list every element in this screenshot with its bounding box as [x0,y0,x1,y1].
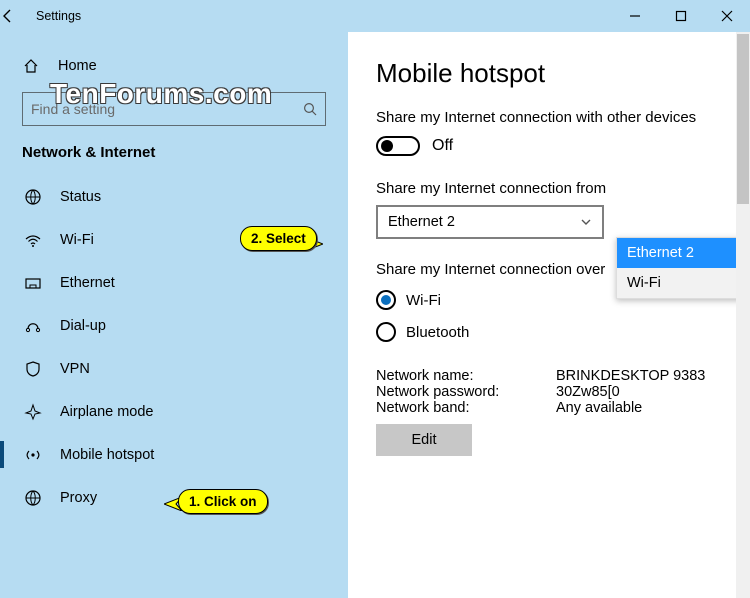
radio-wifi[interactable] [376,290,396,310]
scrollbar-thumb[interactable] [737,34,749,204]
sidebar-item-dialup[interactable]: Dial-up [0,304,348,347]
close-button[interactable] [704,0,750,32]
net-band-key: Network band: [376,400,556,416]
status-icon [24,188,42,206]
share-toggle[interactable] [376,136,420,156]
sidebar-item-ethernet[interactable]: Ethernet [0,261,348,304]
radio-bluetooth-label: Bluetooth [406,324,469,341]
sidebar-home[interactable]: Home [0,46,348,86]
share-from-label: Share my Internet connection from [376,180,730,197]
airplane-icon [24,403,42,421]
sidebar-item-label: Ethernet [60,275,115,291]
sidebar-item-label: Proxy [60,490,97,506]
search-input[interactable] [31,101,303,117]
wifi-icon [24,231,42,249]
ethernet-icon [24,274,42,292]
net-name-value: BRINKDESKTOP 9383 [556,368,705,384]
proxy-icon [24,489,42,507]
share-from-selected: Ethernet 2 [388,214,455,230]
radio-bluetooth-row[interactable]: Bluetooth [376,322,730,342]
net-name-key: Network name: [376,368,556,384]
page-title: Mobile hotspot [376,58,730,89]
sidebar-item-label: VPN [60,361,90,377]
dialup-icon [24,317,42,335]
network-details: Network name:BRINKDESKTOP 9383 Network p… [376,368,730,416]
chevron-down-icon [580,216,592,228]
share-toggle-label: Share my Internet connection with other … [376,109,730,126]
minimize-button[interactable] [612,0,658,32]
hotspot-icon [24,446,42,464]
sidebar-item-vpn[interactable]: VPN [0,347,348,390]
sidebar-item-label: Dial-up [60,318,106,334]
sidebar-item-status[interactable]: Status [0,175,348,218]
sidebar-item-label: Airplane mode [60,404,154,420]
home-icon [22,58,40,74]
dropdown-option-ethernet2[interactable]: Ethernet 2 [617,238,745,268]
search-input-wrapper[interactable] [22,92,326,126]
vpn-icon [24,360,42,378]
sidebar-item-mobile-hotspot[interactable]: Mobile hotspot [0,433,348,476]
dropdown-option-wifi[interactable]: Wi-Fi [617,268,745,298]
net-band-value: Any available [556,400,642,416]
window-title: Settings [30,9,81,23]
net-pass-key: Network password: [376,384,556,400]
sidebar-home-label: Home [58,58,97,74]
share-toggle-state: Off [432,137,453,155]
search-icon [303,102,317,116]
sidebar-section-header: Network & Internet [0,136,348,167]
sidebar-item-label: Status [60,189,101,205]
edit-button[interactable]: Edit [376,424,472,456]
radio-wifi-label: Wi-Fi [406,292,441,309]
share-from-dropdown-menu: Ethernet 2 Wi-Fi [616,237,746,299]
callout-2: 2. Select [240,226,317,251]
sidebar-item-label: Mobile hotspot [60,447,154,463]
back-button[interactable] [0,8,30,24]
content-pane: Mobile hotspot Share my Internet connect… [348,32,750,598]
titlebar: Settings [0,0,750,32]
share-from-dropdown[interactable]: Ethernet 2 [376,205,604,239]
net-pass-value: 30Zw85[0 [556,384,620,400]
maximize-button[interactable] [658,0,704,32]
sidebar-item-label: Wi-Fi [60,232,94,248]
radio-bluetooth[interactable] [376,322,396,342]
sidebar-item-airplane[interactable]: Airplane mode [0,390,348,433]
callout-1: 1. Click on [178,489,268,514]
sidebar: Home Network & Internet Status Wi-Fi Et [0,32,348,598]
